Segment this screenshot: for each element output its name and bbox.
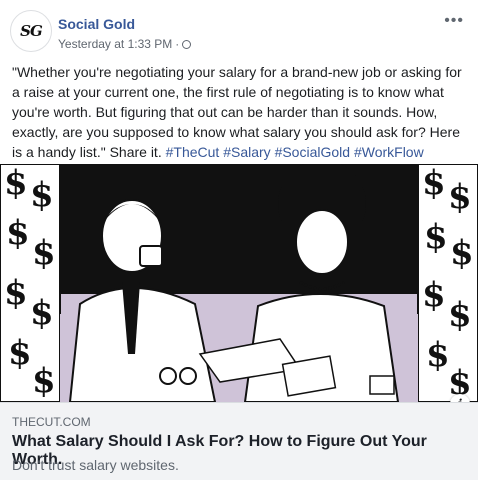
svg-text:$: $	[450, 233, 474, 273]
page-avatar[interactable]: SG	[10, 10, 52, 52]
meta-separator: ·	[175, 37, 180, 51]
svg-text:$: $	[32, 361, 56, 401]
svg-text:$: $	[4, 273, 28, 313]
hashtag-link[interactable]: #SocialGold	[275, 144, 351, 160]
globe-icon	[182, 39, 192, 49]
page-name-link[interactable]: Social Gold	[58, 16, 135, 32]
post-header: SG Social Gold Yesterday at 1:33 PM · ••…	[10, 10, 468, 56]
svg-text:$: $	[30, 175, 54, 215]
svg-text:$: $	[448, 177, 472, 217]
svg-text:$: $	[30, 293, 54, 333]
avatar-logo-text: SG	[20, 22, 43, 40]
link-description: Don't trust salary websites.	[12, 457, 179, 473]
svg-text:$: $	[32, 233, 56, 273]
post-body-text: "Whether you're negotiating your salary …	[12, 62, 468, 162]
facebook-post: SG Social Gold Yesterday at 1:33 PM · ••…	[0, 0, 478, 480]
svg-text:$: $	[6, 213, 30, 253]
post-meta: Yesterday at 1:33 PM ·	[58, 37, 192, 51]
svg-text:$: $	[424, 217, 448, 257]
more-options-icon[interactable]: •••	[444, 12, 464, 30]
link-domain: THECUT.COM	[12, 415, 91, 429]
svg-text:$: $	[426, 335, 450, 375]
post-timestamp[interactable]: Yesterday at 1:33 PM	[58, 37, 172, 51]
hashtag-link[interactable]: #TheCut	[166, 144, 220, 160]
link-preview-card[interactable]: THECUT.COM What Salary Should I Ask For?…	[0, 402, 478, 480]
svg-text:$: $	[422, 275, 446, 315]
svg-text:$: $	[8, 333, 32, 373]
link-preview-image[interactable]: $ $ $ $ $ $ $ $ $ $ $ $ $ $ $ $	[0, 164, 478, 402]
hashtag-link[interactable]: #WorkFlow	[354, 144, 424, 160]
svg-text:$: $	[4, 164, 28, 203]
illustration-two-people-negotiating-icon: $ $ $ $ $ $ $$ $ $ $ $ $ $ $$	[0, 164, 478, 402]
hashtag-link[interactable]: #Salary	[223, 144, 270, 160]
svg-text:$: $	[422, 164, 446, 203]
svg-text:$: $	[448, 295, 472, 335]
